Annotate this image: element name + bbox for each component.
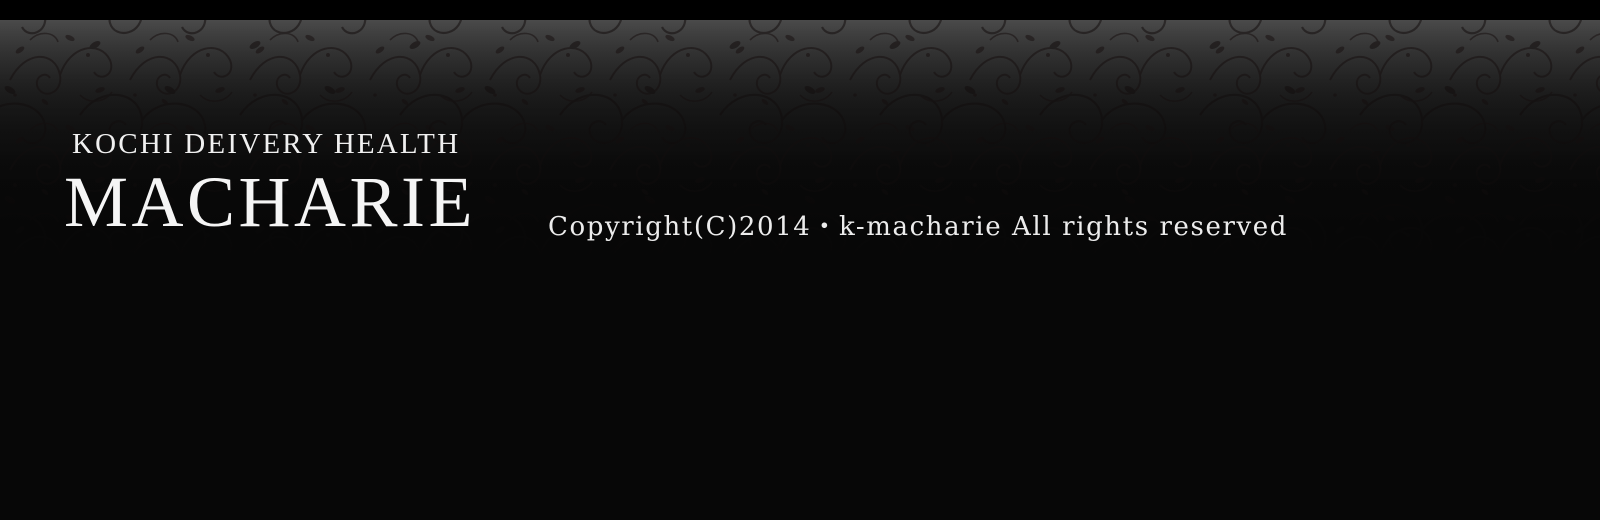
copyright-text: Copyright(C)2014・k-macharie All rights r…: [548, 212, 1289, 242]
brand-subtitle: KOCHI DEIVERY HEALTH: [72, 128, 461, 160]
top-bar: [0, 0, 1600, 20]
brand-name: MACHARIE: [64, 162, 477, 242]
page: KOCHI DEIVERY HEALTH MACHARIE Copyright(…: [0, 0, 1600, 520]
